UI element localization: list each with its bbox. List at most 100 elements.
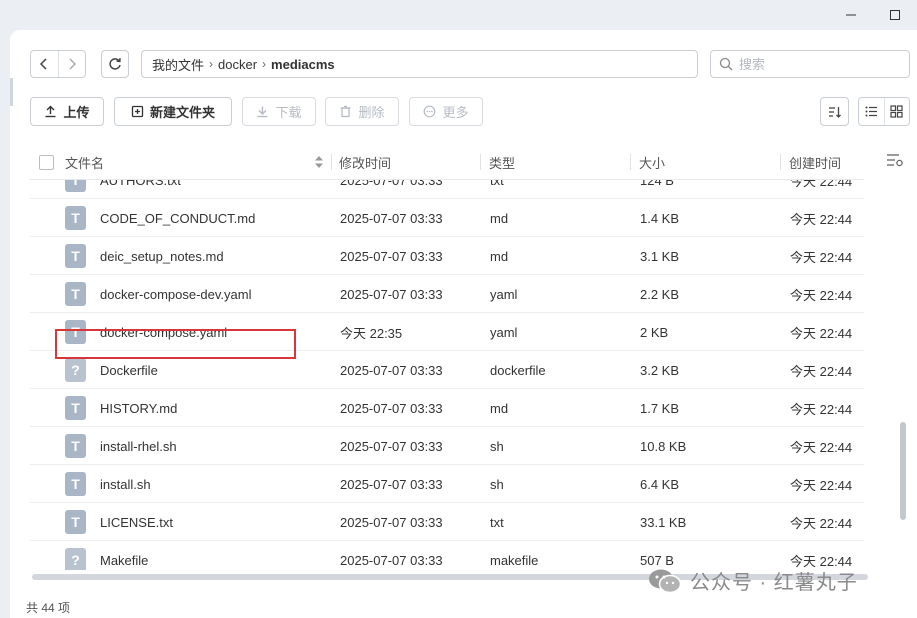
file-created: 今天 22:44 xyxy=(790,515,853,531)
file-size: 2.2 KB xyxy=(640,286,680,302)
file-created: 今天 22:44 xyxy=(790,180,853,189)
file-size: 6.4 KB xyxy=(640,476,680,492)
watermark: 公众号 · 红薯丸子 xyxy=(648,566,858,595)
table-row[interactable]: T HISTORY.md 2025-07-07 03:33 md 1.7 KB 今天 22… xyxy=(30,389,864,427)
column-header-modified[interactable]: 修改时间 xyxy=(339,144,391,180)
sort-icon xyxy=(828,106,841,118)
refresh-icon xyxy=(109,58,121,70)
list-view-button[interactable] xyxy=(859,98,884,125)
table-row[interactable]: T CODE_OF_CONDUCT.md 2025-07-07 03:33 md 1.4… xyxy=(30,199,864,237)
nav-buttons xyxy=(30,50,86,78)
file-size: 3.2 KB xyxy=(640,362,680,378)
file-size: 2 KB xyxy=(640,324,669,340)
back-button[interactable] xyxy=(31,51,58,77)
breadcrumb-item-root[interactable]: 我的文件 xyxy=(152,55,204,74)
delete-label: 删除 xyxy=(358,105,385,120)
vertical-scrollbar[interactable] xyxy=(900,422,906,520)
chevron-right-icon: › xyxy=(262,57,267,71)
new-folder-icon xyxy=(131,105,144,118)
file-name[interactable]: HISTORY.md xyxy=(100,389,177,427)
file-modified: 2025-07-07 03:33 xyxy=(340,362,443,378)
file-created: 今天 22:44 xyxy=(790,439,853,455)
item-count: 共 44 项 xyxy=(26,601,71,615)
maximize-icon xyxy=(890,10,900,20)
file-name[interactable]: AUTHORS.txt xyxy=(100,180,181,199)
file-type: yaml xyxy=(490,286,518,302)
download-label: 下载 xyxy=(275,105,302,120)
table-row[interactable]: T AUTHORS.txt 2025-07-07 03:33 txt 124 B 今天 2… xyxy=(30,180,864,199)
file-modified: 2025-07-07 03:33 xyxy=(340,552,443,568)
text-file-icon: T xyxy=(65,472,86,496)
file-name[interactable]: install.sh xyxy=(100,465,151,503)
column-divider[interactable] xyxy=(331,154,332,170)
file-type: txt xyxy=(490,180,504,188)
file-modified: 2025-07-07 03:33 xyxy=(340,180,443,188)
file-size: 124 B xyxy=(640,180,674,188)
upload-button[interactable]: 上传 xyxy=(30,97,104,126)
grid-view-button[interactable] xyxy=(883,98,910,125)
column-divider[interactable] xyxy=(480,154,481,170)
column-header-type[interactable]: 类型 xyxy=(489,144,515,180)
refresh-button[interactable] xyxy=(101,50,129,78)
column-header-name[interactable]: 文件名 xyxy=(65,144,104,180)
file-name[interactable]: LICENSE.txt xyxy=(100,503,173,541)
download-button[interactable]: 下载 xyxy=(242,97,316,126)
file-modified: 2025-07-07 03:33 xyxy=(340,514,443,530)
view-mode-toggle xyxy=(858,97,910,126)
table-row[interactable]: Tdocker-compose-dev.yaml 2025-07-07 03:33… xyxy=(30,275,864,313)
file-name[interactable]: CODE_OF_CONDUCT.md xyxy=(100,199,255,237)
chevron-right-icon xyxy=(69,58,76,70)
file-modified: 今天 22:35 xyxy=(340,325,403,341)
grid-view-icon xyxy=(890,105,903,118)
file-type: sh xyxy=(490,476,504,492)
file-modified: 2025-07-07 03:33 xyxy=(340,248,443,264)
table-row[interactable]: T LICENSE.txt 2025-07-07 03:33 txt 33.1 KB 今天… xyxy=(30,503,864,541)
sort-button[interactable] xyxy=(820,97,849,126)
file-name[interactable]: docker-compose-dev.yaml xyxy=(100,275,251,313)
file-size: 1.7 KB xyxy=(640,400,680,416)
column-header-created[interactable]: 创建时间 xyxy=(789,144,841,180)
side-accent xyxy=(10,78,13,106)
forward-button[interactable] xyxy=(57,51,86,77)
column-divider[interactable] xyxy=(630,154,631,170)
file-manager-panel: 我的文件 › docker › mediacms 上传 新建文件夹 下载 删除 … xyxy=(10,30,917,618)
file-created: 今天 22:44 xyxy=(790,211,853,227)
breadcrumb-item-current[interactable]: mediacms xyxy=(271,57,335,72)
file-modified: 2025-07-07 03:33 xyxy=(340,400,443,416)
sort-arrows-icon[interactable] xyxy=(314,144,324,180)
upload-label: 上传 xyxy=(63,105,90,120)
file-created: 今天 22:44 xyxy=(790,401,853,417)
unknown-file-icon: ? xyxy=(65,548,86,570)
file-name[interactable]: Makefile xyxy=(100,541,148,570)
minimize-button[interactable] xyxy=(829,0,873,30)
chevron-right-icon: › xyxy=(209,57,214,71)
file-type: md xyxy=(490,210,509,226)
search-input[interactable] xyxy=(739,56,899,72)
breadcrumb-item-docker[interactable]: docker xyxy=(218,57,257,72)
column-settings-button[interactable] xyxy=(886,152,904,171)
more-button[interactable]: 更多 xyxy=(409,97,483,126)
more-label: 更多 xyxy=(442,105,469,120)
file-size: 1.4 KB xyxy=(640,210,680,226)
table-row[interactable]: Tdeic_setup_notes.md 2025-07-07 03:33 md 3.… xyxy=(30,237,864,275)
list-view-icon xyxy=(865,106,877,117)
window-controls xyxy=(829,0,917,30)
column-header-size[interactable]: 大小 xyxy=(639,144,665,180)
table-header: 文件名 修改时间 类型 大小 创建时间 xyxy=(30,144,864,180)
text-file-icon: T xyxy=(65,510,86,534)
maximize-button[interactable] xyxy=(873,0,917,30)
table-row[interactable]: Tinstall-rhel.sh 2025-07-07 03:33 sh 10.8 K… xyxy=(30,427,864,465)
file-type: dockerfile xyxy=(490,362,546,378)
column-divider[interactable] xyxy=(780,154,781,170)
highlight-annotation xyxy=(55,329,296,359)
file-name[interactable]: install-rhel.sh xyxy=(100,427,177,465)
new-folder-button[interactable]: 新建文件夹 xyxy=(114,97,232,126)
chevron-left-icon xyxy=(40,58,47,70)
file-name[interactable]: deic_setup_notes.md xyxy=(100,237,224,275)
minimize-icon xyxy=(846,14,856,16)
table-row[interactable]: Tinstall.sh 2025-07-07 03:33 sh 6.4 KB 今天 22… xyxy=(30,465,864,503)
select-all-checkbox[interactable] xyxy=(39,144,54,180)
file-type: md xyxy=(490,400,509,416)
file-created: 今天 22:44 xyxy=(790,249,853,265)
delete-button[interactable]: 删除 xyxy=(325,97,399,126)
